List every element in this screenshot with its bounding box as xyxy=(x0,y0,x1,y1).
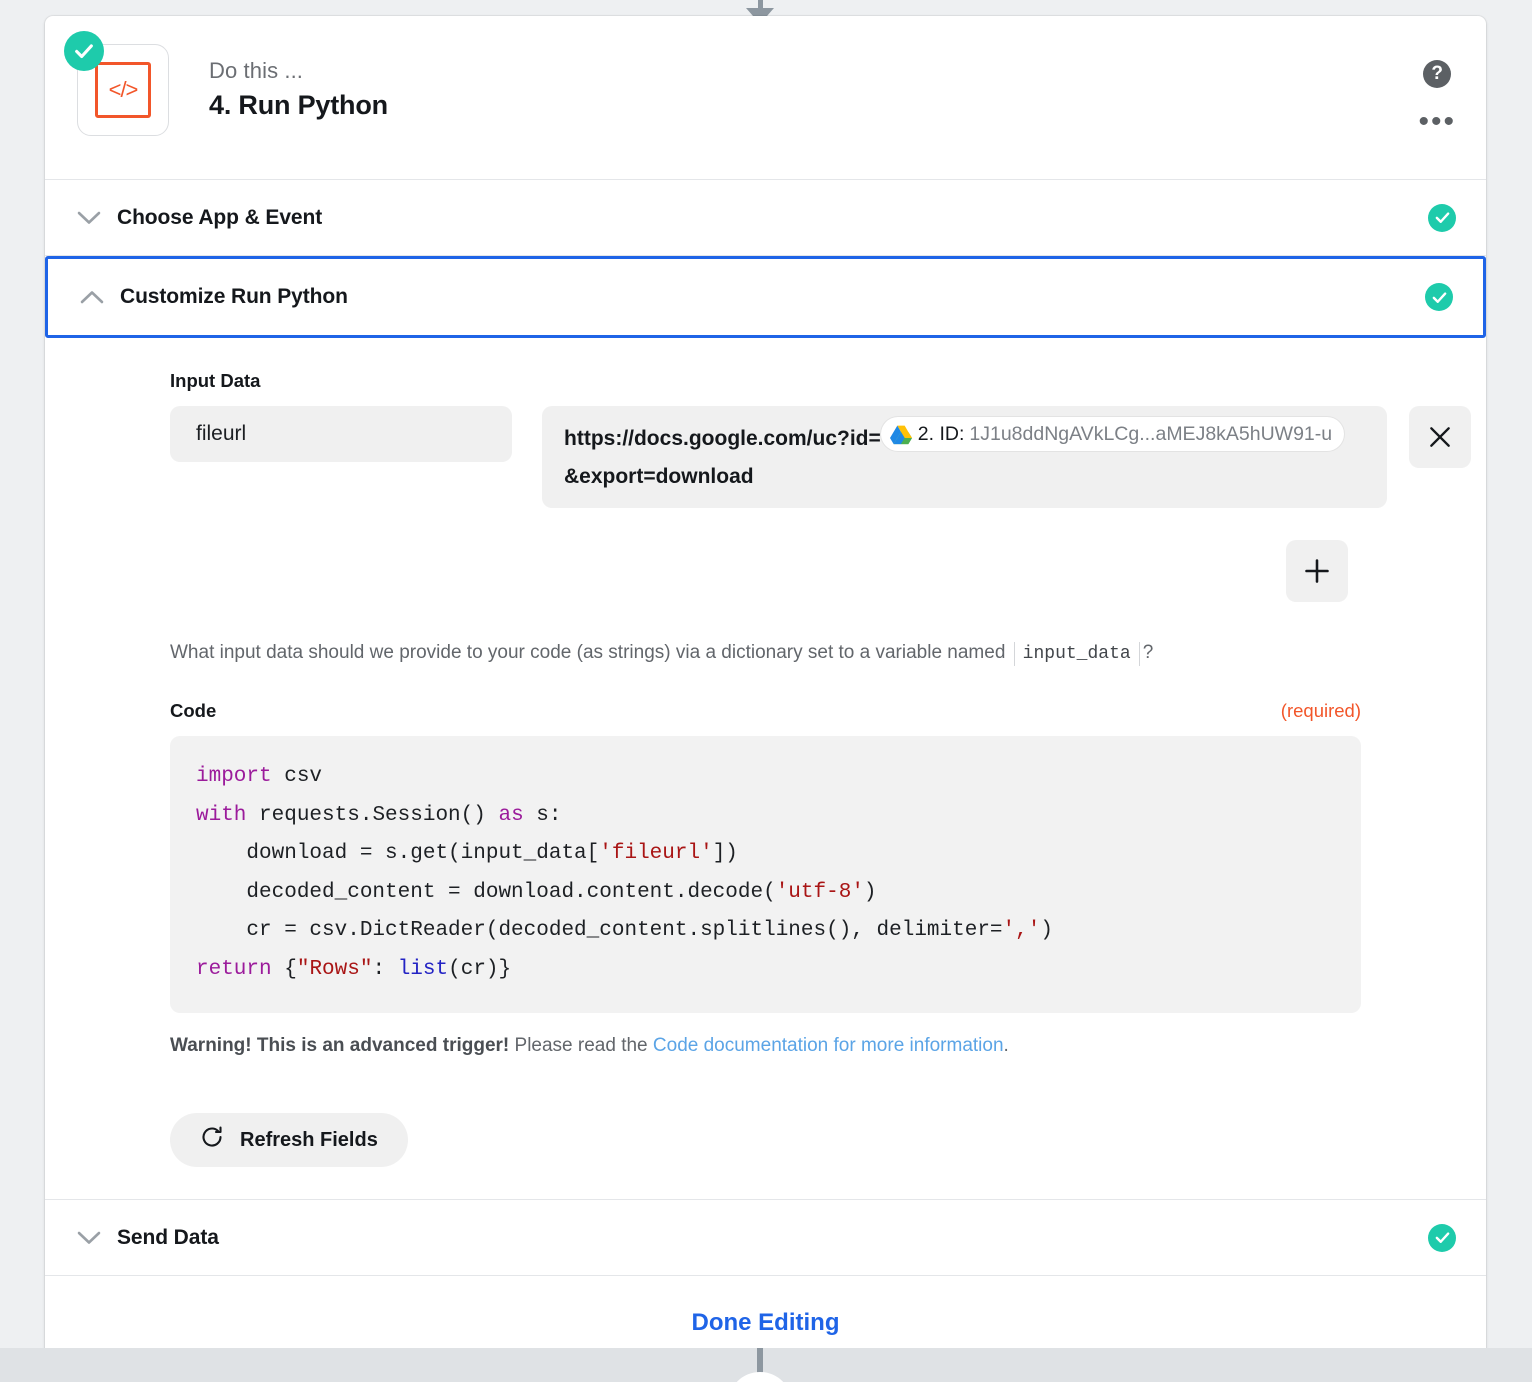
code-token: ) xyxy=(863,880,877,904)
header-actions: ? ••• xyxy=(1418,60,1456,137)
help-icon[interactable]: ? xyxy=(1423,60,1452,88)
code-token: with xyxy=(196,803,247,827)
input-data-key-field[interactable]: fileurl xyxy=(170,406,512,462)
section-status-check-icon xyxy=(1428,1223,1456,1252)
input-data-label: Input Data xyxy=(170,370,261,391)
drive-token-value-2: aMEJ8kA5hUW91-u xyxy=(1155,423,1333,445)
refresh-fields-row: Refresh Fields xyxy=(45,1057,1486,1167)
section-label: Choose App & Event xyxy=(117,205,323,229)
code-line: decoded_content = download.content.decod… xyxy=(196,874,1335,913)
add-input-data-button[interactable] xyxy=(1286,540,1348,602)
code-token: ',' xyxy=(1002,919,1041,942)
chevron-up-icon xyxy=(78,283,106,311)
more-options-icon[interactable]: ••• xyxy=(1418,107,1456,137)
code-token: list xyxy=(397,957,449,981)
input-data-key-value: fileurl xyxy=(196,422,247,445)
code-token: as xyxy=(498,803,524,827)
section-send-data[interactable]: Send Data xyxy=(45,1200,1486,1276)
google-drive-icon xyxy=(889,424,912,445)
drive-token-pill[interactable]: 2. ID: 1J1u8ddNgAVkLCg... aMEJ8kA5hUW91-u xyxy=(880,417,1345,451)
zap-editor-page: </> Do this ... 4. Run Python ? ••• Choo… xyxy=(0,0,1532,1382)
step-status-check-icon xyxy=(64,31,104,71)
code-token: 'utf-8' xyxy=(775,880,864,904)
value-prefix: https://docs.google.com/uc?id= xyxy=(564,427,881,450)
code-token: requests.Session() xyxy=(246,803,499,827)
code-field-label-row: Code (required) xyxy=(45,664,1486,722)
page-title: 4. Run Python xyxy=(209,90,388,120)
code-line: cr = csv.DictReader(decoded_content.spli… xyxy=(196,912,1335,951)
input-data-row: fileurl https://docs.google.com/uc?id= 2.… xyxy=(45,406,1486,508)
code-token: ) xyxy=(1040,919,1053,942)
code-token: ]) xyxy=(712,842,738,865)
code-line: download = s.get(input_data['fileurl']) xyxy=(196,835,1335,874)
warning-text: Please read the xyxy=(509,1035,653,1056)
section-label: Send Data xyxy=(117,1225,219,1249)
customize-run-python-body: Input Data fileurl https://docs.google.c… xyxy=(45,338,1486,1200)
header-titles: Do this ... 4. Run Python xyxy=(209,44,388,121)
step-eyebrow: Do this ... xyxy=(209,58,304,83)
code-documentation-link[interactable]: Code documentation for more information xyxy=(653,1035,1004,1056)
code-line: import csv xyxy=(196,758,1335,797)
code-token: csv xyxy=(271,765,323,788)
section-customize-run-python[interactable]: Customize Run Python xyxy=(45,256,1486,338)
code-line: with requests.Session() as s: xyxy=(196,797,1335,836)
code-line: return {"Rows": list(cr)} xyxy=(196,951,1335,990)
helper-suffix: ? xyxy=(1142,642,1154,663)
add-input-data-row xyxy=(45,540,1486,602)
helper-code-token: input_data xyxy=(1013,642,1140,666)
code-editor[interactable]: import csv with requests.Session() as s: … xyxy=(170,736,1361,1013)
code-token: decoded_content = download.content.decod… xyxy=(196,880,776,904)
code-token: : xyxy=(372,957,398,981)
helper-prefix: What input data should we provide to you… xyxy=(170,642,1006,663)
code-warning-text: Warning! This is an advanced trigger! Pl… xyxy=(45,1013,1486,1057)
code-token: s: xyxy=(523,803,562,827)
code-token: "Rows" xyxy=(296,957,373,981)
code-label: Code xyxy=(170,700,217,721)
step-card: </> Do this ... 4. Run Python ? ••• Choo… xyxy=(45,16,1486,1370)
chevron-down-icon xyxy=(75,1224,103,1252)
chevron-down-icon xyxy=(75,204,103,232)
code-token: (cr)} xyxy=(448,957,512,981)
step-header: </> Do this ... 4. Run Python ? ••• xyxy=(45,16,1486,180)
value-suffix: &export=download xyxy=(564,465,754,488)
warning-end: . xyxy=(1003,1035,1009,1056)
done-editing-label: Done Editing xyxy=(691,1309,840,1336)
input-data-value-field[interactable]: https://docs.google.com/uc?id= 2. ID: 1J1u… xyxy=(542,406,1387,508)
code-token: { xyxy=(271,957,297,981)
refresh-fields-label: Refresh Fields xyxy=(240,1128,378,1151)
drive-token-label: 2. ID: xyxy=(917,423,965,445)
code-brackets-icon: </> xyxy=(95,62,151,118)
refresh-icon xyxy=(200,1125,224,1155)
section-status-check-icon xyxy=(1428,203,1456,232)
warning-bold: Warning! This is an advanced trigger! xyxy=(170,1035,510,1056)
app-icon-wrap: </> xyxy=(64,31,173,140)
code-token: 'fileurl' xyxy=(599,842,713,865)
refresh-fields-button[interactable]: Refresh Fields xyxy=(170,1113,408,1167)
input-data-helper-text: What input data should we provide to you… xyxy=(45,602,1486,666)
section-status-check-icon xyxy=(1425,283,1453,311)
section-choose-app-event[interactable]: Choose App & Event xyxy=(45,180,1486,256)
code-token: import xyxy=(196,765,272,788)
code-token: return xyxy=(196,957,272,981)
code-token: cr = csv.DictReader(decoded_content.spli… xyxy=(196,919,1003,942)
code-token: download = s.get(input_data[ xyxy=(196,842,600,865)
drive-token-value-1: 1J1u8ddNgAVkLCg... xyxy=(969,423,1156,445)
remove-input-data-button[interactable] xyxy=(1409,406,1471,468)
code-required-tag: (required) xyxy=(1280,700,1361,721)
section-label: Customize Run Python xyxy=(120,285,348,308)
